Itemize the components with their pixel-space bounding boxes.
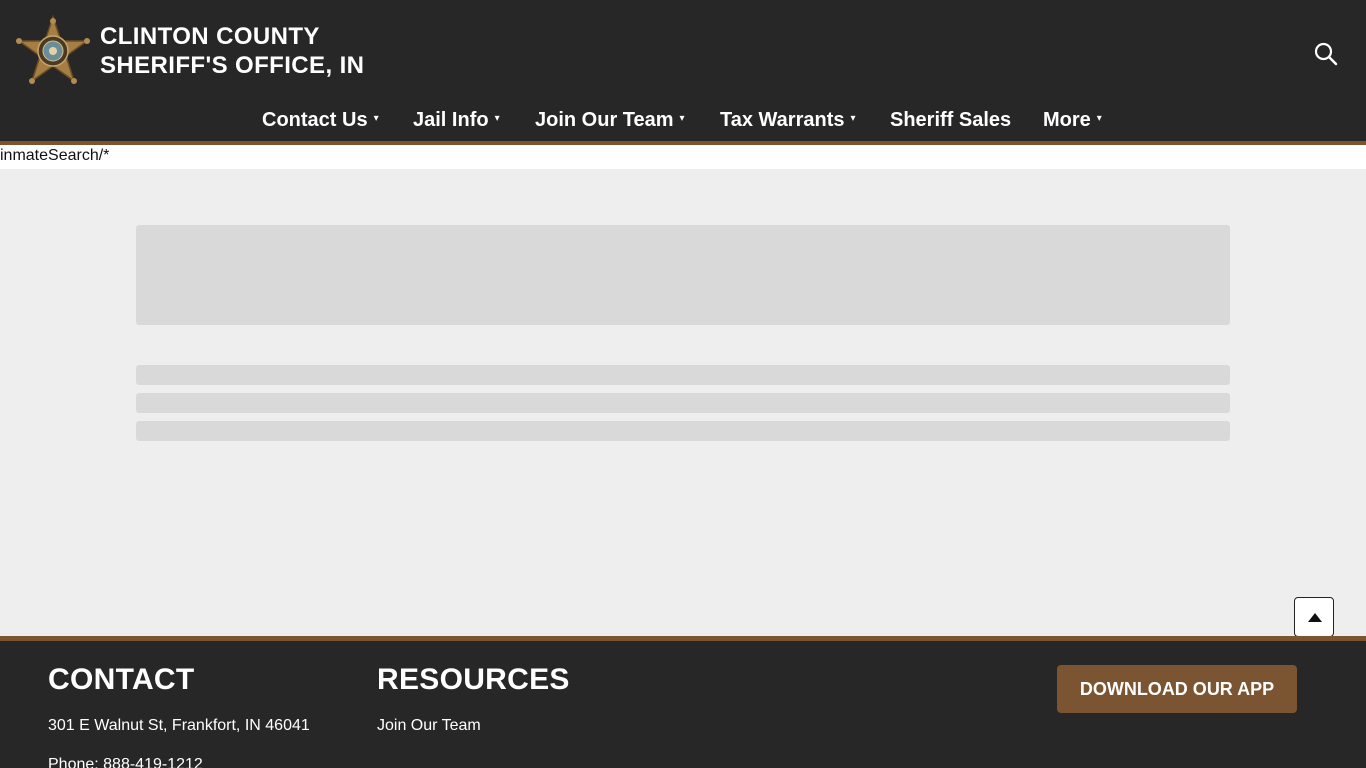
- loading-placeholder-line: [136, 421, 1230, 441]
- resources-heading: RESOURCES: [377, 663, 570, 696]
- nav-item-more[interactable]: More ▾: [1043, 104, 1102, 137]
- chevron-down-icon: ▾: [373, 112, 379, 124]
- chevron-down-icon: ▾: [1096, 112, 1102, 124]
- sheriff-star-badge-icon[interactable]: [15, 15, 91, 87]
- chevron-down-icon: ▾: [679, 112, 685, 124]
- contact-phone[interactable]: Phone: 888-419-1212: [48, 756, 203, 768]
- nav-item-sheriff-sales[interactable]: Sheriff Sales: [890, 104, 1011, 136]
- main-nav: Contact Us ▾ Jail Info ▾ Join Our Team ▾ Ta…: [0, 104, 1366, 138]
- nav-item-jail-info[interactable]: Jail Info ▾: [413, 104, 500, 137]
- site-title-line-2: SHERIFF'S OFFICE, IN: [100, 52, 365, 79]
- nav-item-contact-us[interactable]: Contact Us ▾: [262, 104, 379, 137]
- loading-placeholder-block: [136, 225, 1230, 325]
- nav-item-label: Contact Us: [262, 109, 368, 131]
- site-footer: CONTACT 301 E Walnut St, Frankfort, IN 4…: [0, 641, 1366, 768]
- download-app-button[interactable]: DOWNLOAD OUR APP: [1057, 665, 1297, 713]
- path-text: inmateSearch/*: [0, 145, 1366, 169]
- resource-link-join-our-team[interactable]: Join Our Team: [377, 717, 481, 735]
- back-to-top-button[interactable]: [1294, 597, 1334, 637]
- loading-placeholder-line: [136, 393, 1230, 413]
- nav-item-tax-warrants[interactable]: Tax Warrants ▾: [720, 104, 856, 137]
- contact-address[interactable]: 301 E Walnut St, Frankfort, IN 46041: [48, 717, 310, 735]
- nav-item-label: Tax Warrants: [720, 109, 845, 131]
- site-title[interactable]: CLINTON COUNTY SHERIFF'S OFFICE, IN: [100, 22, 364, 80]
- search-icon[interactable]: [1312, 40, 1340, 68]
- chevron-down-icon: ▾: [850, 112, 856, 124]
- contact-heading: CONTACT: [48, 663, 195, 696]
- nav-item-label: Join Our Team: [535, 109, 674, 131]
- arrow-up-icon: [1308, 613, 1322, 622]
- nav-item-label: Jail Info: [413, 109, 489, 131]
- nav-item-join-our-team[interactable]: Join Our Team ▾: [535, 104, 685, 137]
- nav-item-label: More: [1043, 109, 1091, 131]
- chevron-down-icon: ▾: [494, 112, 500, 124]
- nav-item-label: Sheriff Sales: [890, 109, 1012, 131]
- loading-placeholder-line: [136, 365, 1230, 385]
- site-header: CLINTON COUNTY SHERIFF'S OFFICE, IN Cont…: [0, 0, 1366, 141]
- site-title-line-1: CLINTON COUNTY: [100, 23, 320, 50]
